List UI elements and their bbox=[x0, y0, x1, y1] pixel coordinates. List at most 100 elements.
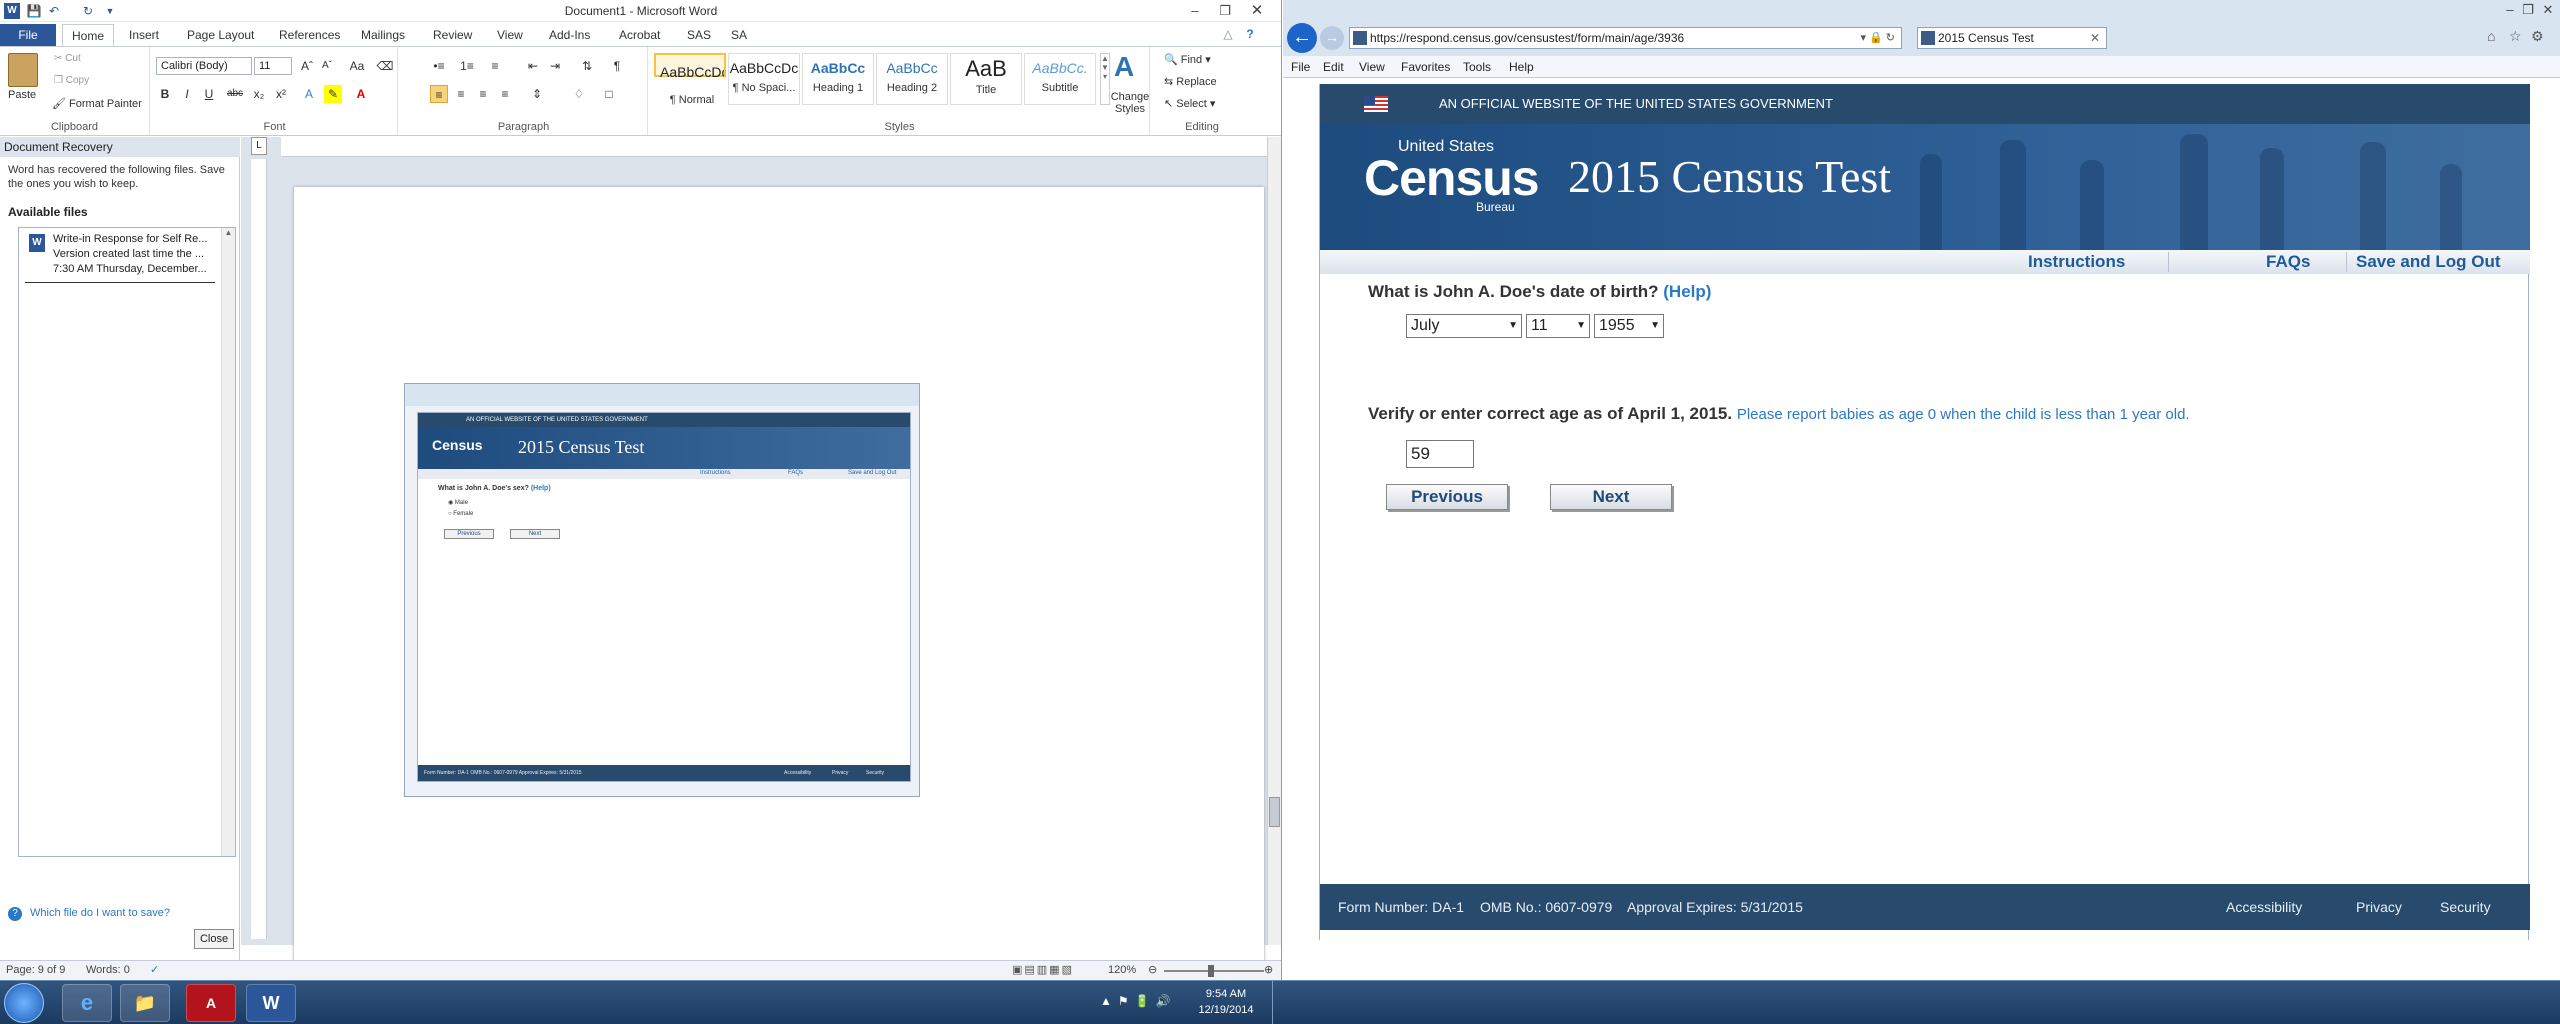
zoom-slider[interactable] bbox=[1164, 970, 1264, 972]
vertical-ruler[interactable] bbox=[251, 159, 267, 939]
dob-help-link[interactable]: (Help) bbox=[1663, 282, 1711, 301]
select-button[interactable]: ↖ Select ▾ bbox=[1164, 97, 1215, 110]
style-normal[interactable]: AaBbCcDc ¶ Normal bbox=[654, 53, 726, 106]
home-icon[interactable]: ⌂ bbox=[2487, 28, 2495, 44]
font-color-icon[interactable]: A bbox=[352, 85, 370, 103]
menu-edit[interactable]: Edit bbox=[1323, 58, 1344, 76]
nav-instructions[interactable]: Instructions bbox=[2028, 252, 2125, 272]
style-heading-1[interactable]: AaBbCc Heading 1 bbox=[802, 53, 874, 105]
tab-review[interactable]: Review bbox=[424, 24, 481, 46]
cut-button[interactable]: ✂ Cut bbox=[54, 53, 81, 64]
tab-close-icon[interactable]: ✕ bbox=[2090, 28, 2100, 48]
tab-insert[interactable]: Insert bbox=[120, 24, 168, 46]
horizontal-ruler[interactable] bbox=[281, 137, 1271, 157]
document-page[interactable]: AN OFFICIAL WEBSITE OF THE UNITED STATES… bbox=[294, 187, 1264, 967]
minimize-icon[interactable]: – bbox=[1182, 1, 1208, 21]
change-styles-button[interactable]: Change Styles bbox=[1102, 91, 1158, 115]
recovery-scrollbar[interactable]: ▲ bbox=[221, 228, 235, 856]
style-title[interactable]: AaB Title bbox=[950, 53, 1022, 105]
tab-home[interactable]: Home bbox=[62, 24, 115, 47]
clock[interactable]: 9:54 AM 12/19/2014 bbox=[1188, 986, 1264, 1018]
ie-close-icon[interactable]: ✕ bbox=[2535, 0, 2560, 20]
align-center-icon[interactable]: ≡ bbox=[452, 85, 470, 103]
month-select[interactable]: July ▼ bbox=[1406, 314, 1522, 338]
browser-tab[interactable]: 2015 Census Test ✕ bbox=[1917, 27, 2107, 49]
embedded-screenshot[interactable]: AN OFFICIAL WEBSITE OF THE UNITED STATES… bbox=[404, 383, 920, 797]
day-select[interactable]: 11 ▼ bbox=[1526, 314, 1590, 338]
bullets-icon[interactable]: •≡ bbox=[430, 57, 448, 75]
change-styles-icon[interactable]: A bbox=[1114, 51, 1134, 83]
find-button[interactable]: 🔍 Find ▾ bbox=[1164, 53, 1211, 66]
increase-indent-icon[interactable]: ⇥ bbox=[546, 57, 564, 75]
replace-button[interactable]: ⇆ Replace bbox=[1164, 75, 1217, 88]
shading-icon[interactable]: ♢ bbox=[570, 85, 588, 103]
font-size-dropdown[interactable]: 11 bbox=[254, 57, 292, 75]
taskbar-explorer-icon[interactable]: 📁 bbox=[120, 984, 170, 1022]
zoom-in-icon[interactable]: ⊕ bbox=[1264, 963, 1273, 976]
sort-icon[interactable]: ⇅ bbox=[578, 57, 596, 75]
copy-button[interactable]: ❐ Copy bbox=[54, 75, 89, 86]
format-painter-button[interactable]: 🖌 Format Painter bbox=[52, 97, 142, 110]
style-subtitle[interactable]: AaBbCc. Subtitle bbox=[1024, 53, 1096, 105]
borders-icon[interactable]: □ bbox=[600, 85, 618, 103]
clear-format-icon[interactable]: ⌫ bbox=[376, 57, 394, 75]
show-desktop-button[interactable] bbox=[1272, 981, 1282, 1024]
align-left-icon[interactable]: ≡ bbox=[430, 85, 448, 103]
back-button-icon[interactable]: ← bbox=[1287, 23, 1317, 53]
change-case-icon[interactable]: Aa bbox=[348, 57, 366, 75]
view-buttons[interactable]: ▣▤▥▦▧ bbox=[1012, 963, 1074, 976]
tab-selector-icon[interactable]: L bbox=[251, 137, 267, 155]
shrink-font-icon[interactable]: Aˇ bbox=[318, 57, 336, 75]
tab-acrobat[interactable]: Acrobat bbox=[610, 24, 669, 46]
tab-references[interactable]: References bbox=[270, 24, 349, 46]
numbering-icon[interactable]: 1≡ bbox=[458, 57, 476, 75]
help-icon[interactable]: ? bbox=[1242, 26, 1258, 42]
next-button[interactable]: Next bbox=[1550, 484, 1672, 510]
address-bar[interactable]: https://respond.census.gov/censustest/fo… bbox=[1349, 27, 1902, 49]
tab-sa[interactable]: SA bbox=[722, 24, 756, 46]
menu-file[interactable]: File bbox=[1291, 58, 1310, 76]
age-input[interactable]: 59 bbox=[1406, 440, 1474, 468]
previous-button[interactable]: Previous bbox=[1386, 484, 1508, 510]
scrollbar-thumb[interactable] bbox=[1269, 797, 1280, 827]
minimize-ribbon-icon[interactable]: △ bbox=[1220, 26, 1236, 42]
style-heading-2[interactable]: AaBbCc Heading 2 bbox=[876, 53, 948, 105]
highlight-icon[interactable]: ✎ bbox=[324, 85, 342, 103]
grow-font-icon[interactable]: Aˆ bbox=[298, 57, 316, 75]
start-button-icon[interactable] bbox=[4, 983, 44, 1023]
multilevel-list-icon[interactable]: ≡ bbox=[486, 57, 504, 75]
subscript-icon[interactable]: x₂ bbox=[250, 85, 268, 103]
nav-save-log-out[interactable]: Save and Log Out bbox=[2356, 252, 2501, 272]
font-name-dropdown[interactable]: Calibri (Body) bbox=[156, 57, 252, 75]
zoom-slider-thumb[interactable] bbox=[1208, 965, 1214, 977]
document-scrollbar[interactable] bbox=[1267, 137, 1281, 945]
strikethrough-icon[interactable]: abc bbox=[226, 85, 244, 103]
style-no-spacing[interactable]: AaBbCcDc ¶ No Spaci... bbox=[728, 53, 800, 105]
tray-icons[interactable]: ▲⚑🔋🔊 bbox=[1100, 994, 1177, 1008]
taskbar-ie-icon[interactable]: e bbox=[62, 984, 112, 1022]
recovered-file-item[interactable]: Write-in Response for Self Re... Version… bbox=[53, 232, 213, 277]
favorites-icon[interactable]: ☆ bbox=[2509, 28, 2522, 45]
tab-file[interactable]: File bbox=[0, 24, 56, 46]
bold-icon[interactable]: B bbox=[156, 85, 174, 103]
taskbar-acrobat-icon[interactable]: A bbox=[186, 984, 236, 1022]
decrease-indent-icon[interactable]: ⇤ bbox=[524, 57, 542, 75]
paste-button[interactable]: Paste bbox=[8, 89, 36, 101]
paste-icon[interactable] bbox=[8, 53, 38, 87]
refresh-icon[interactable]: ▾ 🔒 ↻ bbox=[1860, 28, 1895, 48]
superscript-icon[interactable]: x² bbox=[272, 85, 290, 103]
year-select[interactable]: 1955 ▼ bbox=[1594, 314, 1664, 338]
footer-accessibility-link[interactable]: Accessibility bbox=[2226, 884, 2302, 930]
line-spacing-icon[interactable]: ⇕ bbox=[528, 85, 546, 103]
menu-view[interactable]: View bbox=[1359, 58, 1385, 76]
footer-security-link[interactable]: Security bbox=[2440, 884, 2491, 930]
menu-favorites[interactable]: Favorites bbox=[1401, 58, 1450, 76]
menu-help[interactable]: Help bbox=[1509, 58, 1534, 76]
taskbar-word-icon[interactable]: W bbox=[246, 984, 296, 1022]
show-marks-icon[interactable]: ¶ bbox=[608, 57, 626, 75]
nav-faqs[interactable]: FAQs bbox=[2266, 252, 2310, 272]
proofing-icon[interactable]: ✓ bbox=[150, 963, 159, 976]
recovery-close-button[interactable]: Close bbox=[194, 929, 234, 949]
tab-add-ins[interactable]: Add-Ins bbox=[540, 24, 599, 46]
align-right-icon[interactable]: ≡ bbox=[474, 85, 492, 103]
